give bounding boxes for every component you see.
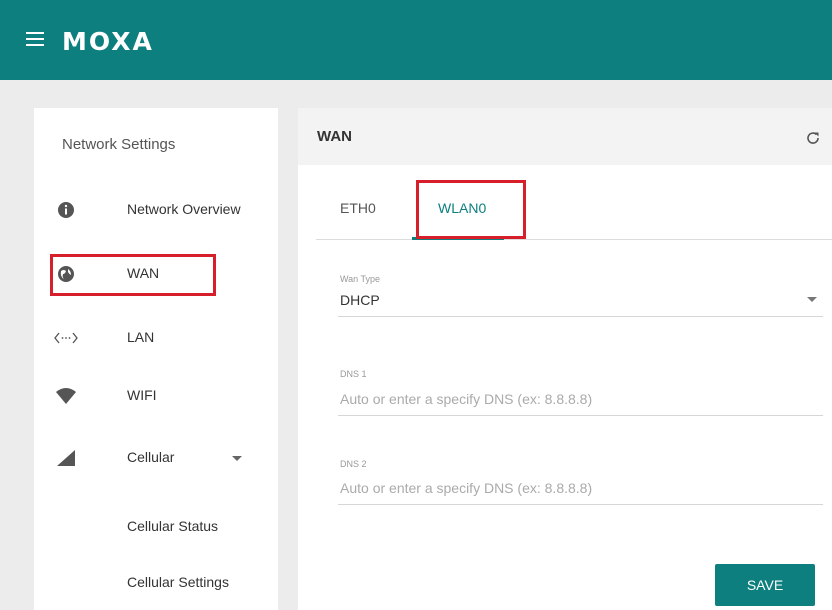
menu-icon[interactable] bbox=[26, 32, 44, 46]
dns1-placeholder: Auto or enter a specify DNS (ex: 8.8.8.8… bbox=[340, 391, 593, 407]
wan-panel: WAN ETH0 WLAN0 Wan Type DHCP DNS 1 Auto … bbox=[298, 108, 832, 610]
sidebar-item-lan[interactable]: LAN bbox=[34, 318, 278, 358]
sidebar-item-label: Cellular Settings bbox=[127, 574, 229, 590]
app-header: MOXA bbox=[0, 0, 832, 80]
dns1-label: DNS 1 bbox=[340, 369, 367, 379]
page-title: WAN bbox=[317, 128, 352, 145]
panel-header: WAN bbox=[298, 108, 832, 165]
dns2-label: DNS 2 bbox=[340, 459, 367, 469]
refresh-icon[interactable] bbox=[805, 130, 821, 151]
wan-type-value: DHCP bbox=[340, 292, 380, 308]
wan-type-select[interactable]: Wan Type DHCP bbox=[338, 270, 823, 317]
sidebar-item-label: WAN bbox=[127, 265, 160, 281]
active-tab-indicator bbox=[412, 237, 504, 240]
sidebar-item-label: Cellular bbox=[127, 449, 175, 465]
sidebar-item-label: Cellular Status bbox=[127, 518, 219, 534]
info-icon bbox=[54, 200, 78, 220]
sidebar: Network Settings Network Overview WAN LA… bbox=[34, 108, 278, 610]
sidebar-item-wan[interactable]: WAN bbox=[34, 254, 278, 294]
tab-wlan0[interactable]: WLAN0 bbox=[438, 200, 486, 216]
sidebar-title: Network Settings bbox=[62, 136, 176, 153]
globe-icon bbox=[54, 264, 78, 284]
dns2-placeholder: Auto or enter a specify DNS (ex: 8.8.8.8… bbox=[340, 480, 593, 496]
sidebar-item-cellular-settings[interactable]: Cellular Settings bbox=[34, 563, 278, 603]
tab-eth0[interactable]: ETH0 bbox=[340, 200, 376, 216]
sidebar-item-network-overview[interactable]: Network Overview bbox=[34, 190, 278, 230]
lan-arrows-icon bbox=[54, 328, 78, 348]
sidebar-item-cellular-status[interactable]: Cellular Status bbox=[34, 507, 278, 547]
chevron-down-icon bbox=[807, 297, 817, 302]
save-button[interactable]: SAVE bbox=[715, 564, 815, 606]
wan-type-label: Wan Type bbox=[340, 274, 381, 284]
sidebar-item-label: WIFI bbox=[127, 387, 157, 403]
sidebar-item-label: Network Overview bbox=[127, 201, 241, 217]
dns2-field[interactable]: DNS 2 Auto or enter a specify DNS (ex: 8… bbox=[338, 454, 823, 505]
sidebar-item-wifi[interactable]: WIFI bbox=[34, 376, 278, 416]
chevron-down-icon[interactable] bbox=[232, 456, 242, 461]
interface-tabs: ETH0 WLAN0 bbox=[316, 178, 832, 240]
sidebar-item-label: LAN bbox=[127, 329, 155, 345]
sidebar-item-cellular[interactable]: Cellular bbox=[34, 438, 278, 478]
dns1-field[interactable]: DNS 1 Auto or enter a specify DNS (ex: 8… bbox=[338, 364, 823, 416]
cellular-signal-icon bbox=[54, 448, 78, 468]
wifi-icon bbox=[54, 386, 78, 406]
moxa-logo: MOXA bbox=[62, 27, 154, 56]
